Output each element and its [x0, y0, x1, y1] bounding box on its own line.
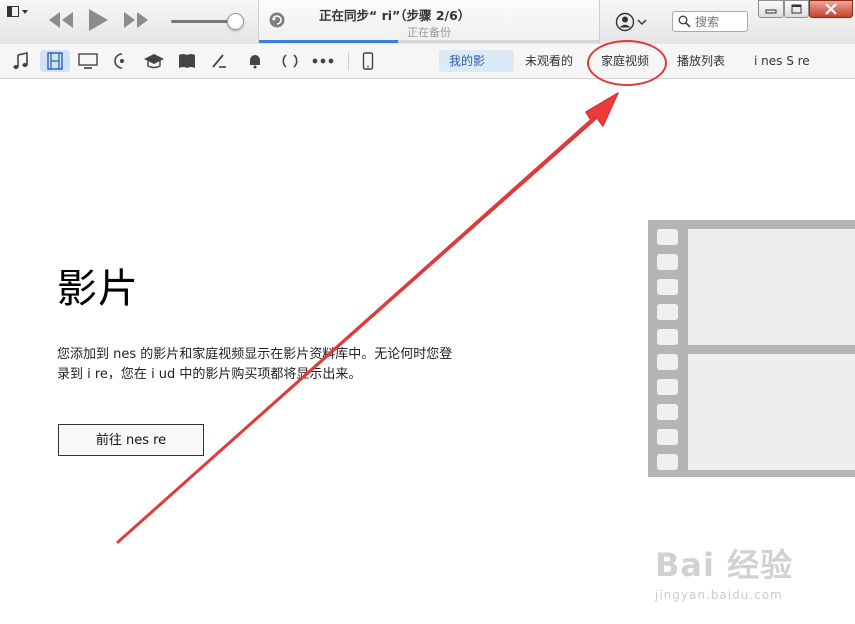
music-icon — [13, 52, 28, 69]
minimize-button[interactable] — [758, 0, 784, 18]
media-kind-music[interactable] — [9, 50, 33, 72]
watermark-logo: Bai 经验 — [655, 546, 794, 584]
sidebar-toggle-icon[interactable] — [7, 6, 29, 18]
maximize-button[interactable] — [784, 0, 809, 18]
more-icon — [312, 58, 334, 64]
media-kind-movies[interactable] — [40, 50, 70, 72]
device-button[interactable] — [356, 50, 380, 72]
film-perforation — [657, 379, 678, 395]
media-kind-podcasts[interactable] — [110, 50, 134, 72]
media-kind-apps[interactable] — [207, 50, 231, 72]
media-kind-tv[interactable] — [76, 50, 100, 72]
media-kind-audiobooks[interactable] — [175, 50, 199, 72]
play-icon[interactable] — [87, 8, 109, 32]
highlight-ellipse — [587, 40, 667, 86]
search-icon — [678, 15, 691, 28]
tab-playlists[interactable]: 播放列表 — [667, 50, 735, 72]
sync-status-subtitle: 正在备份 — [407, 26, 451, 39]
tab-itunes-store[interactable]: i nes S re — [744, 50, 820, 72]
close-icon — [825, 3, 837, 15]
film-perforation — [657, 304, 678, 320]
media-kind-tones[interactable] — [243, 50, 267, 72]
go-to-itunes-store-button[interactable]: 前往 nes re — [58, 424, 204, 456]
tv-shows-icon — [78, 53, 98, 69]
film-perforation — [657, 229, 678, 245]
sync-status-title: 正在同步“ ri”（步骤 2/6） — [319, 8, 471, 23]
sync-progress-fill — [259, 40, 399, 43]
film-frame — [688, 229, 855, 345]
account-icon[interactable] — [615, 12, 649, 32]
empty-state-description: 您添加到 nes 的影片和家庭视频显示在影片资料库中。无论何时您登 录到 i r… — [57, 345, 537, 385]
film-perforation — [657, 354, 678, 370]
close-button[interactable] — [809, 0, 853, 18]
film-strip-illustration — [648, 220, 855, 477]
rewind-icon[interactable] — [48, 9, 74, 31]
film-perforation — [657, 404, 678, 420]
tab-my-movies[interactable]: 我的影 — [439, 50, 514, 72]
film-perforation — [657, 254, 678, 270]
device-icon — [362, 52, 374, 70]
film-perforation — [657, 454, 678, 470]
film-frame — [688, 354, 855, 470]
watermark: Bai 经验 jingyan.baidu.com — [655, 540, 793, 602]
podcasts-icon — [114, 53, 124, 69]
media-kind-itunes-u[interactable] — [142, 50, 166, 72]
film-perforation — [657, 279, 678, 295]
volume-slider-knob[interactable] — [227, 13, 244, 30]
tab-unwatched[interactable]: 未观看的 — [515, 50, 583, 72]
movies-icon — [47, 52, 63, 70]
radio-icon — [282, 54, 298, 68]
audiobooks-icon — [179, 54, 195, 68]
description-line-1: 您添加到 nes 的影片和家庭视频显示在影片资料库中。无论何时您登 — [57, 347, 453, 362]
itunes-u-icon — [144, 54, 164, 69]
sync-progress-bar — [259, 40, 599, 43]
tones-icon — [250, 55, 260, 69]
playback-toolbar: 正在同步“ ri”（步骤 2/6） 正在备份 — [0, 0, 855, 45]
minimize-icon — [765, 9, 777, 14]
film-perforation — [657, 429, 678, 445]
maximize-icon — [791, 4, 802, 14]
media-kind-more[interactable] — [311, 50, 335, 72]
media-navigation-bar: 我的影 未观看的 家庭视频 播放列表 i nes S re — [0, 44, 855, 79]
nav-divider — [348, 52, 349, 70]
fast-forward-icon[interactable] — [123, 9, 149, 31]
film-perforation — [657, 329, 678, 345]
status-display: 正在同步“ ri”（步骤 2/6） 正在备份 — [258, 0, 600, 43]
watermark-url: jingyan.baidu.com — [655, 588, 783, 602]
description-line-2: 录到 i re，您在 i ud 中的影片购买项都将显示出来。 — [57, 367, 362, 382]
page-title: 影片 — [57, 266, 139, 312]
apps-icon — [212, 54, 226, 68]
media-kind-radio[interactable] — [278, 50, 302, 72]
